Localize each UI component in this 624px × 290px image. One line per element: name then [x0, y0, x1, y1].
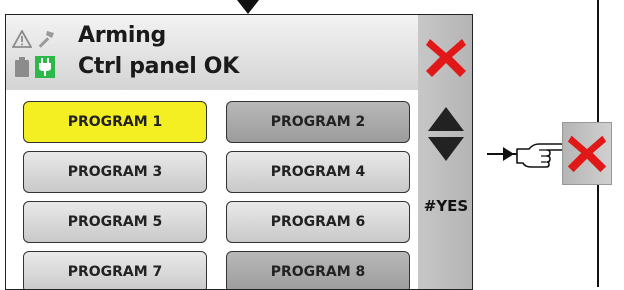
program-8-button[interactable]: PROGRAM 8 [226, 251, 410, 289]
program-5-button[interactable]: PROGRAM 5 [23, 201, 207, 243]
arrow-down-icon[interactable] [428, 137, 464, 161]
header-subtitle: Ctrl panel OK [78, 54, 239, 79]
flow-line-top [597, 0, 599, 122]
close-x-icon[interactable] [422, 33, 470, 81]
warning-icon [11, 28, 33, 50]
flow-arrow-down [237, 0, 259, 14]
program-1-button[interactable]: PROGRAM 1 [23, 101, 207, 143]
battery-icon [11, 56, 33, 78]
program-6-button[interactable]: PROGRAM 6 [226, 201, 410, 243]
status-icon-group [11, 24, 65, 82]
program-2-button[interactable]: PROGRAM 2 [226, 101, 410, 143]
hammer-icon [35, 28, 57, 50]
pointing-hand-icon [515, 139, 565, 169]
arrow-up-icon[interactable] [428, 107, 464, 131]
external-close-button[interactable] [562, 122, 612, 185]
program-4-button[interactable]: PROGRAM 4 [226, 151, 410, 193]
side-toolbar: #YES [418, 15, 472, 289]
close-x-icon [567, 135, 607, 173]
program-7-button[interactable]: PROGRAM 7 [23, 251, 207, 289]
flow-line-bottom [597, 185, 599, 287]
program-grid: PROGRAM 1 PROGRAM 2 PROGRAM 3 PROGRAM 4 … [6, 90, 418, 289]
panel-header: Arming Ctrl panel OK [6, 15, 418, 90]
flow-arrow-head [503, 147, 514, 161]
power-plug-icon [35, 56, 55, 78]
yes-button[interactable]: #YES [418, 197, 472, 215]
program-3-button[interactable]: PROGRAM 3 [23, 151, 207, 193]
header-title: Arming [78, 23, 166, 48]
arming-panel: Arming Ctrl panel OK PROGRAM 1 PROGRAM 2… [5, 14, 473, 290]
